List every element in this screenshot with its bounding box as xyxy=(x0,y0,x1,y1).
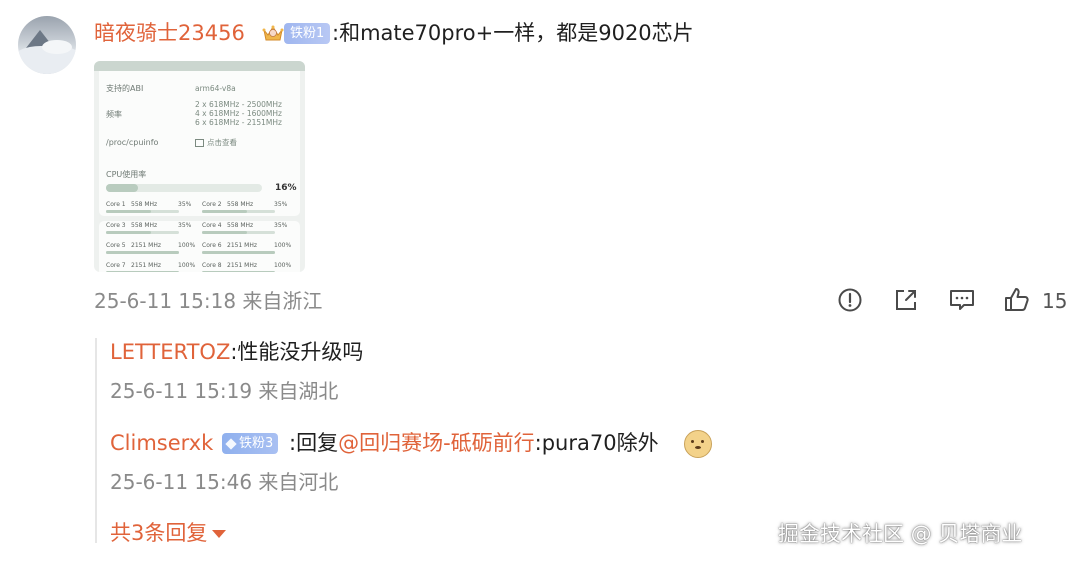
core-bar-fill xyxy=(106,251,179,254)
fan-badge: 铁粉3 xyxy=(222,433,279,454)
core-bar xyxy=(202,210,275,213)
core-bar-fill xyxy=(202,251,275,254)
core-bar xyxy=(202,231,275,234)
core-pct: 100% xyxy=(274,242,292,249)
share-icon[interactable] xyxy=(892,286,920,314)
core-freq: 2151 MHz xyxy=(227,242,258,249)
watermark: 掘金技术社区 @ 贝塔商业 xyxy=(778,522,1023,546)
reply-prefix: :回复 xyxy=(289,431,339,455)
core-freq: 558 MHz xyxy=(131,201,158,208)
reply-1: LETTERTOZ:性能没升级吗 xyxy=(110,337,363,367)
doge-emoji-icon xyxy=(684,430,712,458)
abi-label: 支持的ABI xyxy=(106,84,144,93)
core-bar xyxy=(106,231,179,234)
freq-value-2: 4 x 618MHz - 1600MHz xyxy=(195,109,282,118)
core-pct: 35% xyxy=(178,201,192,208)
avatar[interactable] xyxy=(18,16,76,74)
core-pct: 35% xyxy=(178,222,192,229)
exclamation-circle-icon[interactable] xyxy=(836,286,864,314)
core-name: Core 1 xyxy=(106,201,126,208)
core-bar xyxy=(106,210,179,213)
core-freq: 558 MHz xyxy=(227,222,254,229)
reply-2-username: Climserxk xyxy=(110,428,213,458)
comment-icon[interactable] xyxy=(948,286,976,314)
core-bar xyxy=(106,251,179,254)
core-bar-fill xyxy=(202,271,275,272)
abi-value: arm64-v8a xyxy=(195,84,236,93)
core-freq: 2151 MHz xyxy=(131,242,162,249)
core-pct: 35% xyxy=(274,222,288,229)
cpu-usage-bar xyxy=(106,184,262,192)
comment-username[interactable]: 暗夜骑士23456 xyxy=(94,18,245,48)
core-name: Core 2 xyxy=(202,201,222,208)
freq-value-1: 2 x 618MHz - 2500MHz xyxy=(195,100,282,109)
reply-text: :性能没升级吗 xyxy=(230,340,364,364)
core-bar-fill xyxy=(106,210,151,213)
core-pct: 100% xyxy=(178,262,196,269)
reply-username[interactable]: LETTERTOZ xyxy=(110,340,230,364)
core-freq: 558 MHz xyxy=(227,201,254,208)
reply-text: :pura70除外 xyxy=(534,431,659,455)
core-pct: 100% xyxy=(274,262,292,269)
core-name: Core 5 xyxy=(106,242,126,249)
comment-timestamp: 25-6-11 15:18 来自浙江 xyxy=(94,289,323,313)
caret-down-icon xyxy=(212,530,227,538)
more-replies-link[interactable]: 共3条回复 xyxy=(110,518,227,548)
core-freq: 558 MHz xyxy=(131,222,158,229)
core-bar-fill xyxy=(106,231,151,234)
mention-link[interactable]: @回归赛场-砥砺前行 xyxy=(338,431,535,455)
core-name: Core 3 xyxy=(106,222,126,229)
reply-2-body: :回复@回归赛场-砥砺前行:pura70除外 xyxy=(289,428,659,458)
crown-icon xyxy=(262,25,284,41)
core-name: Core 6 xyxy=(202,242,222,249)
reply-timestamp: 25-6-11 15:19 来自湖北 xyxy=(110,379,339,403)
comment-text: :和mate70pro+一样，都是9020芯片 xyxy=(332,21,694,45)
diamond-icon xyxy=(225,437,237,450)
fan-badge: 铁粉1 xyxy=(284,23,331,44)
cpuinfo-action: 点击查看 xyxy=(195,139,237,147)
core-freq: 2151 MHz xyxy=(131,262,162,269)
core-bar xyxy=(202,271,275,272)
reply-username[interactable]: Climserxk xyxy=(110,431,213,455)
core-name: Core 7 xyxy=(106,262,126,269)
thumbs-up-icon[interactable] xyxy=(1003,286,1031,314)
core-name: Core 8 xyxy=(202,262,222,269)
core-name: Core 4 xyxy=(202,222,222,229)
cpu-usage-label: CPU使用率 xyxy=(106,170,147,179)
core-bar xyxy=(106,271,179,272)
core-pct: 35% xyxy=(274,201,288,208)
like-count: 15 xyxy=(1042,289,1068,313)
cpuinfo-label: /proc/cpuinfo xyxy=(106,138,159,147)
core-bar-fill xyxy=(202,231,247,234)
core-pct: 100% xyxy=(178,242,196,249)
thread-divider xyxy=(95,338,97,543)
freq-value-3: 6 x 618MHz - 2151MHz xyxy=(195,118,282,127)
core-bar xyxy=(202,251,275,254)
reply-timestamp: 25-6-11 15:46 来自河北 xyxy=(110,470,339,494)
freq-label: 频率 xyxy=(106,110,122,119)
core-freq: 2151 MHz xyxy=(227,262,258,269)
cpu-usage-value: 16% xyxy=(275,183,297,193)
core-bar-fill xyxy=(106,271,179,272)
attached-screenshot[interactable]: 支持的ABI arm64-v8a 频率 2 x 618MHz - 2500MHz… xyxy=(94,61,305,272)
core-bar-fill xyxy=(202,210,247,213)
